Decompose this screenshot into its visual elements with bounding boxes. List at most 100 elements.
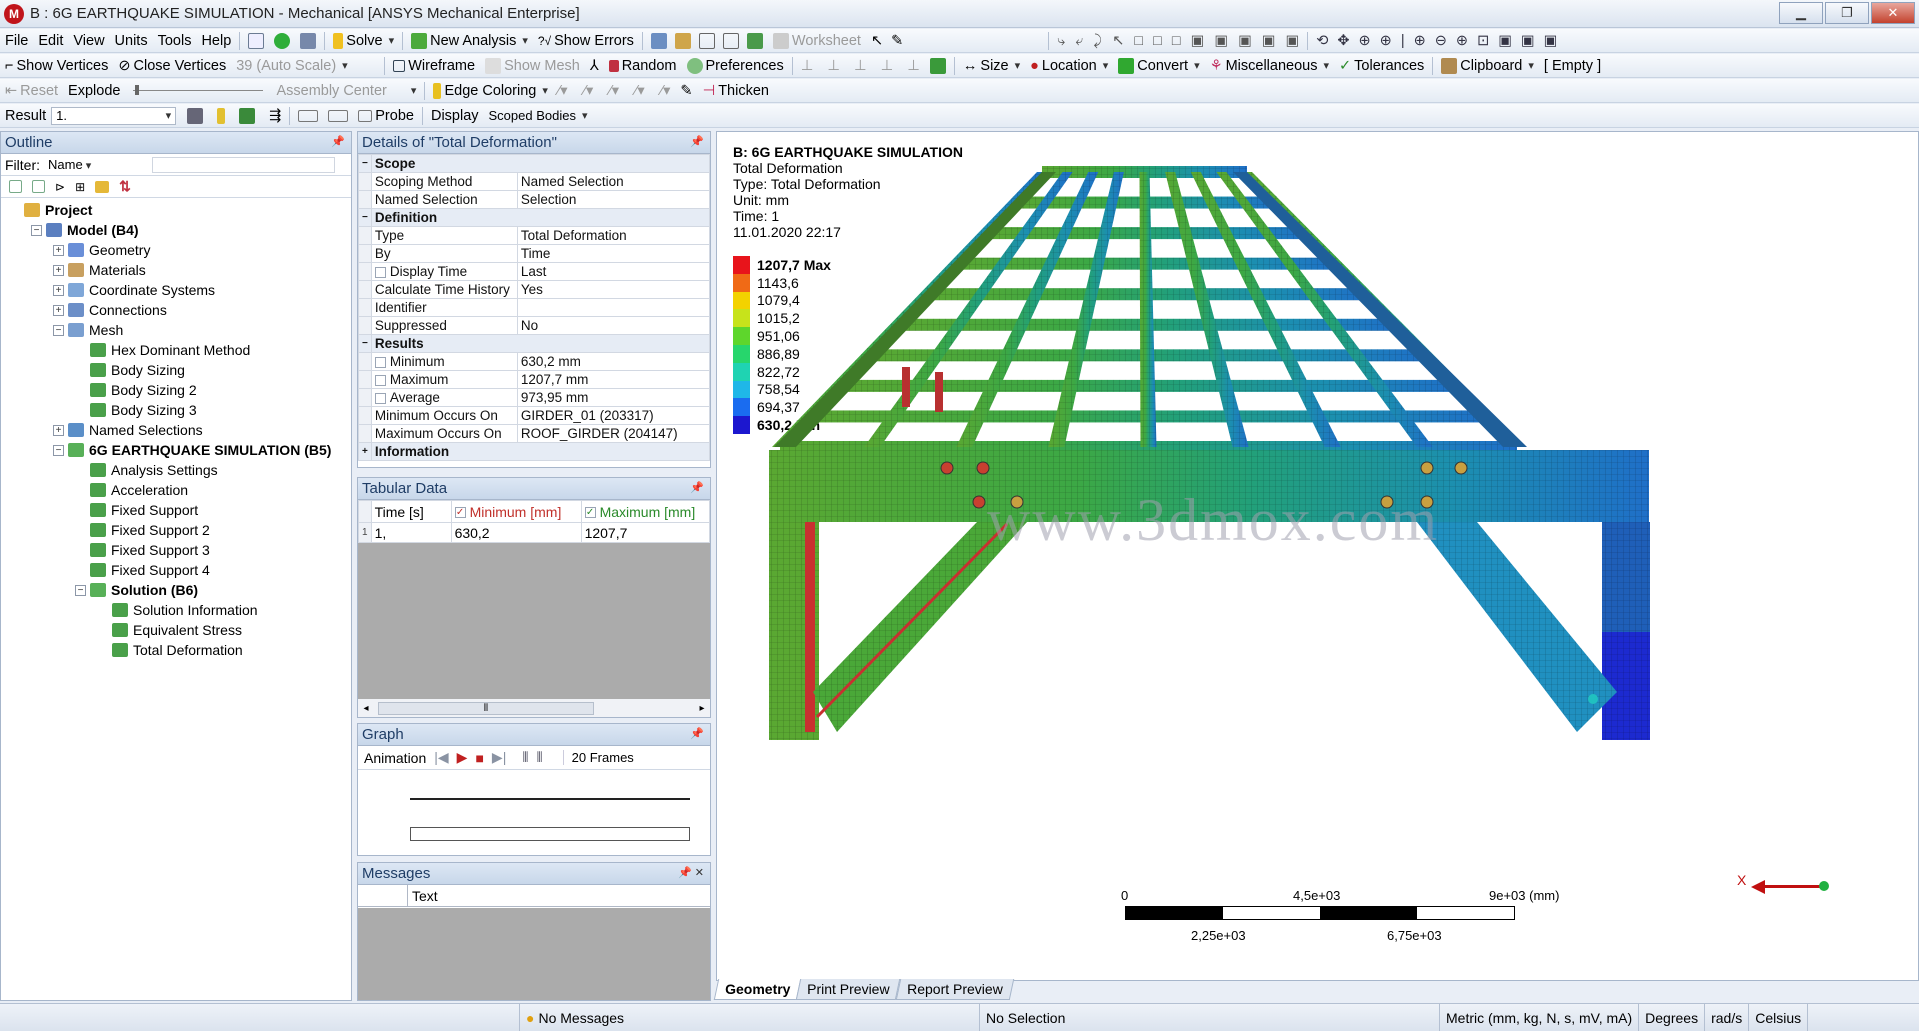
cursor-tools[interactable]: ↖ ✎	[866, 30, 908, 52]
details-value[interactable]: 630,2 mm	[516, 352, 711, 371]
preferences-button[interactable]: Preferences	[682, 55, 789, 77]
details-value[interactable]: No	[516, 316, 711, 335]
graphics-viewport[interactable]: B: 6G EARTHQUAKE SIMULATION Total Deforma…	[716, 131, 1919, 981]
min-checkbox[interactable]: ✓	[454, 507, 466, 519]
expand-icon[interactable]: +	[53, 284, 64, 296]
parameter-checkbox[interactable]	[374, 356, 386, 368]
details-section[interactable]: − Results	[358, 334, 711, 353]
minimize-button[interactable]: ▁	[1779, 2, 1823, 24]
convert-dropdown[interactable]: Convert	[1113, 55, 1204, 77]
menu-view[interactable]: View	[68, 30, 109, 52]
clipboard-icon[interactable]	[925, 55, 951, 77]
brush-icon[interactable]: ✎	[675, 80, 697, 102]
expand-icon[interactable]: +	[358, 442, 372, 461]
pin-icon[interactable]: 📌	[690, 135, 704, 148]
scroll-thumb[interactable]: ⦀	[378, 701, 594, 715]
scroll-right-icon[interactable]: ▸	[694, 703, 710, 714]
scroll-left-icon[interactable]: ◂	[358, 703, 374, 714]
details-section[interactable]: − Scope	[358, 154, 711, 173]
graph-timeline[interactable]	[410, 827, 690, 841]
geometry-display-tools[interactable]: ⇶	[182, 105, 286, 127]
view-tools[interactable]: ⟲ ✥ ⊕ ⊕ | ⊕ ⊖ ⊕ ⊡ ▣ ▣ ▣	[1311, 30, 1562, 52]
edge-style-tools[interactable]: ⁄▾ ⁄▾ ⁄▾ ⁄▾ ⁄▾	[553, 80, 676, 102]
tree-node[interactable]: Total Deformation	[3, 640, 351, 660]
auto-scale-dropdown[interactable]: 39 (Auto Scale)	[231, 55, 381, 77]
toolbar-icons-group[interactable]	[646, 30, 768, 52]
pin-icon[interactable]: 📌	[331, 135, 345, 148]
details-section[interactable]: + Information	[358, 442, 711, 461]
tab-geometry[interactable]: Geometry	[713, 979, 802, 1000]
next-frame-icon[interactable]: ▶|	[492, 749, 506, 766]
reset-button[interactable]: ⇤ Reset	[0, 80, 63, 102]
details-value[interactable]: ROOF_GIRDER (204147)	[516, 424, 711, 443]
status-messages[interactable]: ● No Messages	[520, 1004, 980, 1031]
miscellaneous-dropdown[interactable]: ⚘ Miscellaneous	[1205, 55, 1334, 77]
details-row[interactable]: Average 973,95 mm	[358, 388, 711, 407]
expand-icon[interactable]: +	[53, 244, 64, 256]
filter-input[interactable]	[152, 156, 335, 173]
parameter-checkbox[interactable]	[374, 266, 386, 278]
result-scale-dropdown[interactable]: 1.	[51, 106, 177, 125]
tree-node[interactable]: − Mesh	[3, 320, 351, 340]
tab-report-preview[interactable]: Report Preview	[895, 979, 1014, 1000]
details-value[interactable]: GIRDER_01 (203317)	[516, 406, 711, 425]
thicken-button[interactable]: ⊣ Thicken	[698, 80, 774, 102]
selection-tools[interactable]: ⤷ ⤶ ⤸ ↖ □ □ □ ▣ ▣ ▣ ▣ ▣	[1052, 30, 1304, 52]
tree-node[interactable]: Analysis Settings	[3, 460, 351, 480]
tab-print-preview[interactable]: Print Preview	[796, 979, 902, 1000]
tree-node[interactable]: Body Sizing 3	[3, 400, 351, 420]
close-vertices-button[interactable]: ⊘ Close Vertices	[113, 55, 231, 77]
details-row[interactable]: By Time	[358, 244, 711, 263]
show-vertices-button[interactable]: ⌐ Show Vertices	[0, 55, 113, 77]
sort-icon[interactable]: ⇅	[119, 178, 131, 195]
fea-model[interactable]	[717, 132, 1917, 982]
details-row[interactable]: Minimum 630,2 mm	[358, 352, 711, 371]
expand-icon[interactable]: +	[53, 304, 64, 316]
details-row[interactable]: Scoping Method Named Selection	[358, 172, 711, 191]
col-minimum[interactable]: ✓ Minimum [mm]	[450, 500, 582, 523]
details-section[interactable]: − Definition	[358, 208, 711, 227]
close-icon[interactable]: 📌 ✕	[678, 866, 704, 879]
app-icon[interactable]: M	[4, 3, 24, 24]
collapse-icon[interactable]: −	[31, 224, 42, 236]
details-value[interactable]	[516, 298, 711, 317]
status-temperature[interactable]: Celsius	[1749, 1004, 1809, 1031]
details-row[interactable]: Minimum Occurs On GIRDER_01 (203317)	[358, 406, 711, 425]
max-min-tools[interactable]	[293, 105, 353, 127]
details-row[interactable]: Display Time Last	[358, 262, 711, 281]
details-row[interactable]: Identifier	[358, 298, 711, 317]
details-row[interactable]: Type Total Deformation	[358, 226, 711, 245]
tree-node[interactable]: Fixed Support	[3, 500, 351, 520]
details-value[interactable]: 973,95 mm	[516, 388, 711, 407]
collapse-icon[interactable]: −	[358, 334, 372, 353]
random-button[interactable]: Random	[604, 55, 682, 77]
maximize-button[interactable]: ❐	[1825, 2, 1869, 24]
tree-node[interactable]: Fixed Support 2	[3, 520, 351, 540]
distributed-icon[interactable]: ⦀	[522, 749, 528, 766]
details-value[interactable]: Last	[516, 262, 711, 281]
details-value[interactable]: Total Deformation	[516, 226, 711, 245]
tolerances-button[interactable]: ✓ Tolerances	[1334, 55, 1429, 77]
clipboard-dropdown[interactable]: Clipboard	[1436, 55, 1539, 77]
tree-node[interactable]: Hex Dominant Method	[3, 340, 351, 360]
tree-node[interactable]: Body Sizing	[3, 360, 351, 380]
parameter-checkbox[interactable]	[374, 374, 386, 386]
parameter-checkbox[interactable]	[374, 392, 386, 404]
show-errors-button[interactable]: ?√ Show Errors	[533, 30, 639, 52]
details-row[interactable]: Named Selection Selection	[358, 190, 711, 209]
details-row[interactable]: Maximum Occurs On ROOF_GIRDER (204147)	[358, 424, 711, 443]
tree-node[interactable]: Solution Information	[3, 600, 351, 620]
menu-help[interactable]: Help	[196, 30, 236, 52]
assembly-center-dropdown[interactable]: Assembly Center	[271, 80, 421, 102]
size-dropdown[interactable]: ↔ Size	[958, 55, 1025, 77]
folder-icon[interactable]	[95, 180, 110, 193]
col-maximum[interactable]: ✓ Maximum [mm]	[580, 500, 711, 523]
wireframe-button[interactable]: Wireframe	[388, 55, 480, 77]
probe-button[interactable]: Probe	[353, 105, 419, 127]
collapse-icon[interactable]: −	[75, 584, 86, 596]
previous-frame-icon[interactable]: |◀	[434, 749, 448, 766]
display-dropdown[interactable]: Scoped Bodies	[484, 105, 593, 127]
edge-coloring-dropdown[interactable]: Edge Coloring	[428, 80, 552, 102]
refresh-icon[interactable]	[9, 180, 22, 193]
result-sets-icon[interactable]: ⦀	[537, 749, 543, 766]
